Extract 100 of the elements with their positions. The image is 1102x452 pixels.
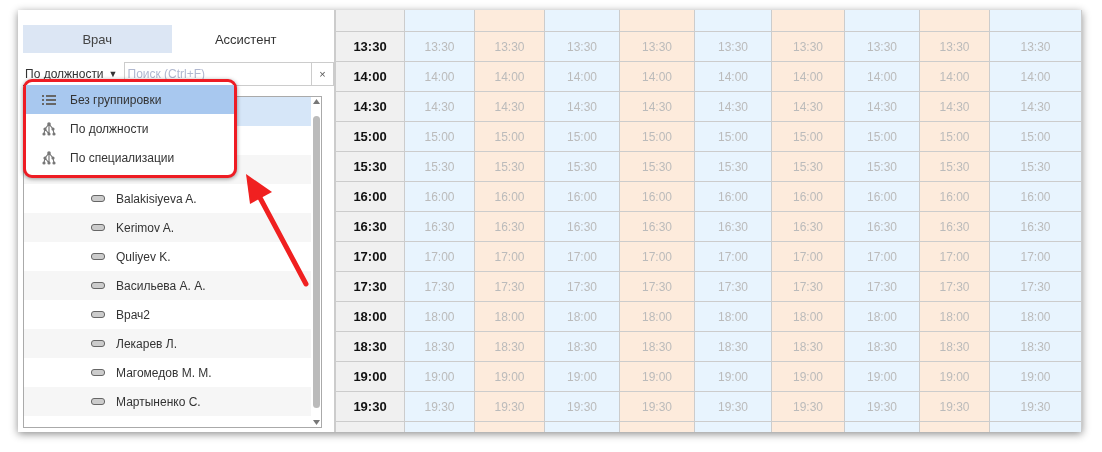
list-row[interactable]: Лекарев Л.: [24, 329, 311, 358]
time-slot[interactable]: 14:00: [845, 62, 920, 92]
time-slot[interactable]: 17:00: [695, 242, 772, 272]
time-slot[interactable]: 14:00: [695, 62, 772, 92]
time-slot[interactable]: 17:00: [772, 242, 845, 272]
time-slot[interactable]: 19:30: [620, 392, 695, 422]
doctor-item[interactable]: Мартыненко С.: [116, 394, 201, 409]
time-slot[interactable]: 16:00: [620, 182, 695, 212]
time-slot[interactable]: 15:30: [772, 152, 845, 182]
time-slot[interactable]: 14:00: [405, 62, 475, 92]
time-slot[interactable]: 16:30: [545, 212, 620, 242]
list-row[interactable]: Мартыненко С.: [24, 387, 311, 416]
time-slot[interactable]: 14:30: [920, 92, 990, 122]
time-slot[interactable]: 14:30: [620, 92, 695, 122]
time-slot[interactable]: 16:30: [772, 212, 845, 242]
list-row[interactable]: Магомедов М. М.: [24, 358, 311, 387]
time-slot[interactable]: 19:30: [405, 392, 475, 422]
time-slot[interactable]: 18:00: [845, 302, 920, 332]
time-slot[interactable]: 19:00: [920, 362, 990, 392]
time-slot[interactable]: 19:30: [545, 392, 620, 422]
time-slot[interactable]: 14:30: [695, 92, 772, 122]
time-slot[interactable]: 17:00: [405, 242, 475, 272]
time-slot[interactable]: 15:00: [475, 122, 545, 152]
time-slot[interactable]: 13:30: [845, 32, 920, 62]
time-slot[interactable]: 14:30: [475, 92, 545, 122]
doctor-item[interactable]: Balakisiyeva A.: [116, 191, 197, 206]
time-slot[interactable]: 14:30: [990, 92, 1082, 122]
time-slot[interactable]: 17:30: [405, 272, 475, 302]
time-slot[interactable]: 16:00: [695, 182, 772, 212]
time-slot[interactable]: 15:30: [545, 152, 620, 182]
time-slot[interactable]: 13:30: [545, 32, 620, 62]
time-slot[interactable]: 15:30: [405, 152, 475, 182]
time-slot[interactable]: 17:00: [475, 242, 545, 272]
time-slot[interactable]: 16:30: [695, 212, 772, 242]
time-slot[interactable]: 17:30: [920, 272, 990, 302]
time-slot[interactable]: 19:30: [695, 392, 772, 422]
time-slot[interactable]: 15:00: [990, 122, 1082, 152]
time-slot[interactable]: 17:30: [772, 272, 845, 302]
time-slot[interactable]: 17:00: [620, 242, 695, 272]
doctor-item[interactable]: Магомедов М. М.: [116, 365, 212, 380]
time-slot[interactable]: 19:30: [920, 392, 990, 422]
doctor-item[interactable]: Врач2: [116, 307, 150, 322]
time-slot[interactable]: 18:00: [772, 302, 845, 332]
doctor-item[interactable]: Kerimov A.: [116, 220, 175, 235]
list-row[interactable]: Васильева А. А.: [24, 271, 311, 300]
time-slot[interactable]: 18:30: [772, 332, 845, 362]
time-slot[interactable]: 16:00: [990, 182, 1082, 212]
time-slot[interactable]: 17:30: [845, 272, 920, 302]
time-slot[interactable]: 17:30: [695, 272, 772, 302]
time-slot[interactable]: 17:00: [545, 242, 620, 272]
time-slot[interactable]: 15:30: [920, 152, 990, 182]
time-slot[interactable]: 19:00: [475, 362, 545, 392]
doctor-item[interactable]: Quliyev K.: [116, 249, 171, 264]
list-row[interactable]: Quliyev K.: [24, 242, 311, 271]
time-slot[interactable]: 15:00: [620, 122, 695, 152]
time-slot[interactable]: 15:00: [772, 122, 845, 152]
time-slot[interactable]: 19:30: [475, 392, 545, 422]
time-slot[interactable]: 14:00: [772, 62, 845, 92]
time-slot[interactable]: 13:30: [695, 32, 772, 62]
time-slot[interactable]: 16:00: [845, 182, 920, 212]
time-slot[interactable]: 18:30: [545, 332, 620, 362]
time-slot[interactable]: 13:30: [405, 32, 475, 62]
time-slot[interactable]: 18:30: [695, 332, 772, 362]
tab[interactable]: Врач: [23, 25, 172, 53]
time-slot[interactable]: 18:30: [990, 332, 1082, 362]
time-slot[interactable]: 16:30: [475, 212, 545, 242]
time-slot[interactable]: 15:00: [545, 122, 620, 152]
time-slot[interactable]: 17:00: [990, 242, 1082, 272]
time-slot[interactable]: 15:30: [990, 152, 1082, 182]
time-slot[interactable]: 14:00: [475, 62, 545, 92]
time-slot[interactable]: 14:30: [772, 92, 845, 122]
time-slot[interactable]: 16:30: [405, 212, 475, 242]
time-slot[interactable]: 15:00: [405, 122, 475, 152]
time-slot[interactable]: 14:00: [620, 62, 695, 92]
time-slot[interactable]: 19:30: [772, 392, 845, 422]
time-slot[interactable]: 18:30: [405, 332, 475, 362]
list-row[interactable]: Balakisiyeva A.: [24, 184, 311, 213]
time-slot[interactable]: 18:00: [620, 302, 695, 332]
time-slot[interactable]: 13:30: [475, 32, 545, 62]
time-slot[interactable]: 15:30: [845, 152, 920, 182]
time-slot[interactable]: 15:30: [695, 152, 772, 182]
time-slot[interactable]: 18:00: [695, 302, 772, 332]
scroll-up-icon[interactable]: [312, 99, 320, 104]
time-slot[interactable]: 17:30: [475, 272, 545, 302]
time-slot[interactable]: 14:00: [545, 62, 620, 92]
time-slot[interactable]: 16:00: [475, 182, 545, 212]
time-slot[interactable]: 15:00: [695, 122, 772, 152]
time-slot[interactable]: 19:00: [772, 362, 845, 392]
time-slot[interactable]: 16:30: [990, 212, 1082, 242]
time-slot[interactable]: 18:00: [920, 302, 990, 332]
time-slot[interactable]: 13:30: [620, 32, 695, 62]
time-slot[interactable]: 16:00: [545, 182, 620, 212]
time-slot[interactable]: 18:30: [845, 332, 920, 362]
time-slot[interactable]: 14:00: [990, 62, 1082, 92]
time-slot[interactable]: 17:30: [545, 272, 620, 302]
time-slot[interactable]: 18:00: [405, 302, 475, 332]
time-slot[interactable]: 16:30: [845, 212, 920, 242]
time-slot[interactable]: 19:00: [695, 362, 772, 392]
time-slot[interactable]: 19:00: [845, 362, 920, 392]
list-row[interactable]: Kerimov A.: [24, 213, 311, 242]
